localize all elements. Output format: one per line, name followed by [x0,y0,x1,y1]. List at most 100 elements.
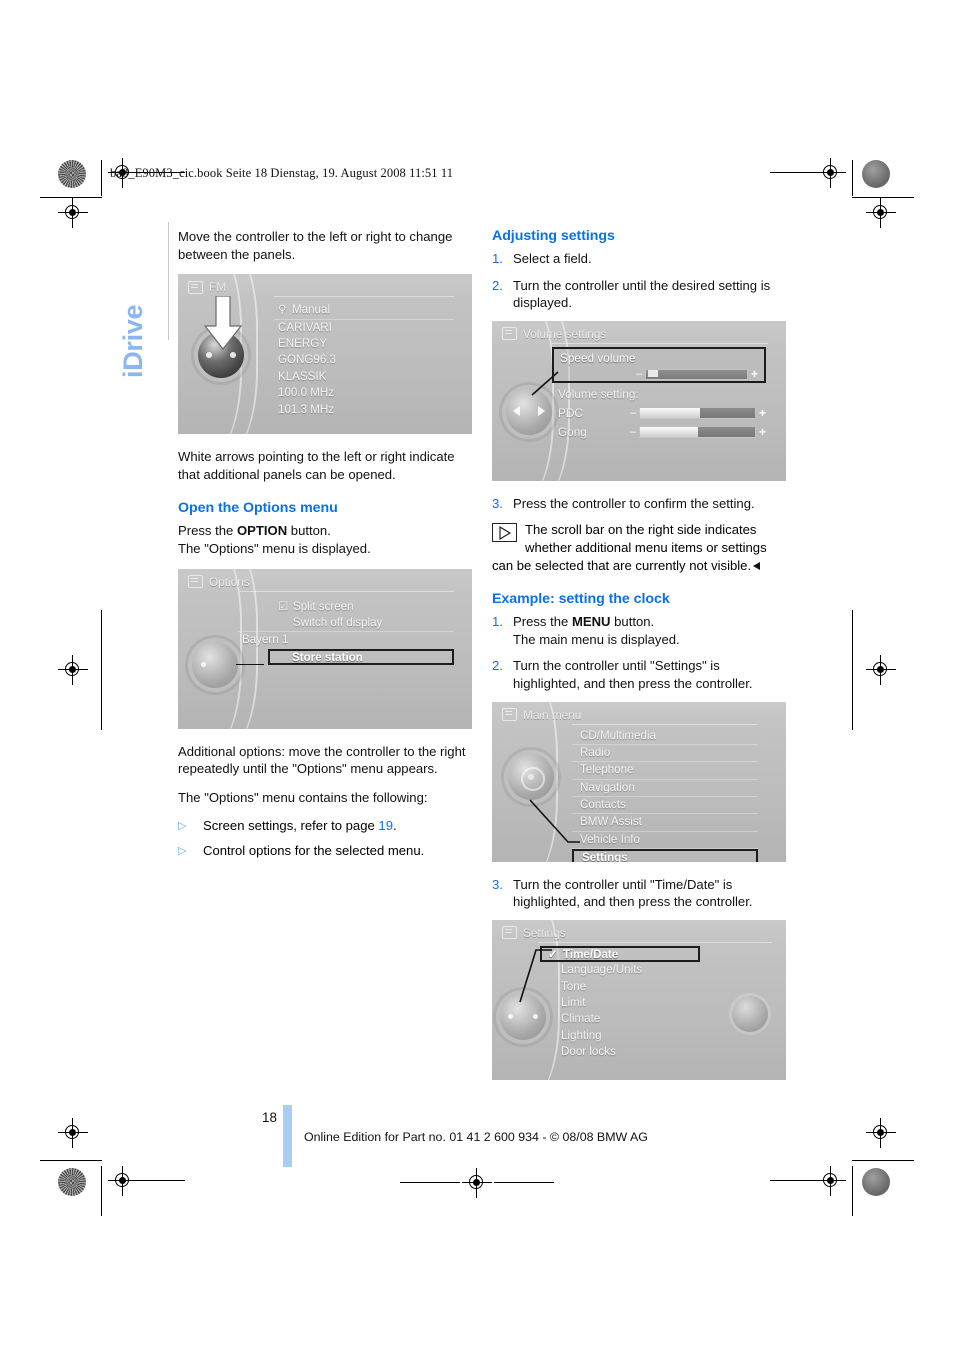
settings-item-label: Limit [561,995,586,1009]
settings-item-label: Lighting [561,1028,602,1042]
list-item[interactable]: GONG96.3 [274,352,454,368]
main-menu-title-divider [572,723,758,725]
fm-title-divider [274,296,454,298]
step-number: 1. [492,614,503,630]
figure-fm-screen: FM ⚲ Manual CARIVARI ENERGY GONG96.3 KLAS… [178,274,472,435]
step-number: 2. [492,277,503,293]
registration-mark-lower-left [58,1118,88,1148]
menu-item-label: Telephone [580,763,634,777]
speaker-icon [502,327,517,341]
gear-icon [521,766,545,791]
gong-slider-row[interactable]: Gong – + [558,425,766,440]
minus-icon[interactable]: – [636,368,642,380]
list-item[interactable]: Tone [540,979,700,995]
menu-button-keyword: MENU [571,614,611,630]
fm-screen-title-label: FM [209,280,227,295]
fm-item-label: 100.0 MHz [278,386,335,400]
settings-item-label: Door locks [561,1045,616,1059]
registration-blob-bottom-left [58,1168,86,1196]
pdc-slider-row[interactable]: PDC – + [558,406,766,421]
list-item[interactable]: Navigation [572,780,758,798]
list-item[interactable]: Climate [540,1011,700,1027]
crop-line-top-right-h [770,172,820,173]
checkbox-checked-icon[interactable]: ☑ [278,599,289,615]
list-item[interactable]: KLASSIK [274,369,454,385]
fm-manual-label: Manual [292,303,331,317]
bullet-text: Screen settings, refer to page 19. [203,817,472,835]
options-item-label: Bayern 1 [242,633,289,647]
step-text: Press the controller to confirm the sett… [513,495,755,511]
slider-thumb[interactable] [648,369,659,377]
adjusting-settings-heading: Adjusting settings [492,228,615,244]
settings-title-label: Settings [523,925,566,940]
registration-blob-top-left [58,160,86,188]
list-item-highlighted[interactable]: ✓ Time/Date [540,945,700,963]
bullet-screen-settings: ▷ Screen settings, refer to page 19. [178,817,472,835]
page-reference-link[interactable]: 19 [378,818,393,833]
settings-item-label: Time/Date [563,947,619,961]
leader-line [236,663,264,666]
options-heading: Open the Options menu [178,500,338,517]
minus-icon[interactable]: – [630,407,636,419]
radio-icon [188,280,203,294]
menu-icon [502,708,517,722]
registration-mark-mid-right [866,655,896,685]
bullet-text: Control options for the selected menu. [203,843,425,859]
settings-item-label: Language/Units [561,963,643,977]
list-item[interactable]: CARIVARI [274,320,454,336]
step-number: 3. [492,876,503,892]
additional-options-paragraph: Additional options: move the controller … [178,743,466,777]
plus-icon[interactable]: + [759,425,766,439]
list-item[interactable]: ☑ Split screen [238,599,454,615]
right-column: Adjusting settings 1. Select a field. 2.… [492,228,786,1094]
options-press-pre: Press the [178,523,237,539]
list-item[interactable]: BMW Assist [572,814,758,832]
step: 3. Turn the controller until "Time/Date"… [492,876,786,911]
crop-line-bottom-right-h2 [770,1180,820,1181]
figure-main-menu-screen: Main menu CD/Multimedia Radio Telephone … [492,701,786,862]
list-item[interactable]: Vehicle Info [572,832,758,850]
crop-line-bottom-center-h [400,1182,460,1183]
fm-screen-title: FM [188,278,466,296]
list-item[interactable]: CD/Multimedia [572,728,758,745]
list-item[interactable]: Lighting [540,1028,700,1044]
crop-line-left-v [101,160,102,196]
list-item[interactable]: Switch off display [238,615,454,633]
list-item[interactable]: Limit [540,995,700,1011]
plus-icon[interactable]: + [751,368,758,380]
list-item[interactable]: ENERGY [274,336,454,352]
menu-item-label: CD/Multimedia [580,728,657,742]
options-item-label: Split screen [293,599,354,613]
fm-manual-row[interactable]: ⚲ Manual [274,302,454,320]
volume-setting-group-label: Volume setting: [558,386,639,401]
menu-item-label: Navigation [580,780,635,794]
list-item[interactable]: 101.3 MHz [274,402,454,418]
list-item[interactable]: Language/Units [540,962,700,978]
controller-knob [508,753,554,800]
options-icon [188,575,203,589]
registration-mark-top-right [816,158,846,188]
volume-screen-title: Volume settings [502,325,780,343]
fm-item-label: CARIVARI [278,320,332,334]
registration-mark-bottom-center [462,1168,492,1198]
list-item-highlighted[interactable]: Settings [572,849,758,862]
menu-item-label: Settings [582,851,628,862]
list-item[interactable]: Bayern 1 [238,632,454,648]
list-item[interactable]: Contacts [572,797,758,815]
note-block: The scroll bar on the right side indicat… [492,521,786,574]
plus-icon[interactable]: + [759,406,766,420]
menu-item-label: BMW Assist [580,815,642,829]
crop-line-mid-right-v [852,610,853,730]
speed-volume-field[interactable]: Speed volume – + [552,346,766,383]
list-item[interactable]: Telephone [572,762,758,780]
list-item[interactable]: Door locks [540,1044,700,1060]
crop-line-lower-left-h [40,1160,102,1161]
figure-options-screen: Options ☑ Split screen Switch off display… [178,568,472,729]
minus-icon[interactable]: – [630,426,636,438]
step-text-line2: The main menu is displayed. [513,631,680,647]
list-item-highlighted[interactable]: Store station [268,648,454,666]
list-item[interactable]: 100.0 MHz [274,385,454,401]
bullet-text-pre: Screen settings, refer to page [203,818,379,834]
speed-volume-slider[interactable]: – + [636,368,758,380]
list-item[interactable]: Radio [572,745,758,763]
